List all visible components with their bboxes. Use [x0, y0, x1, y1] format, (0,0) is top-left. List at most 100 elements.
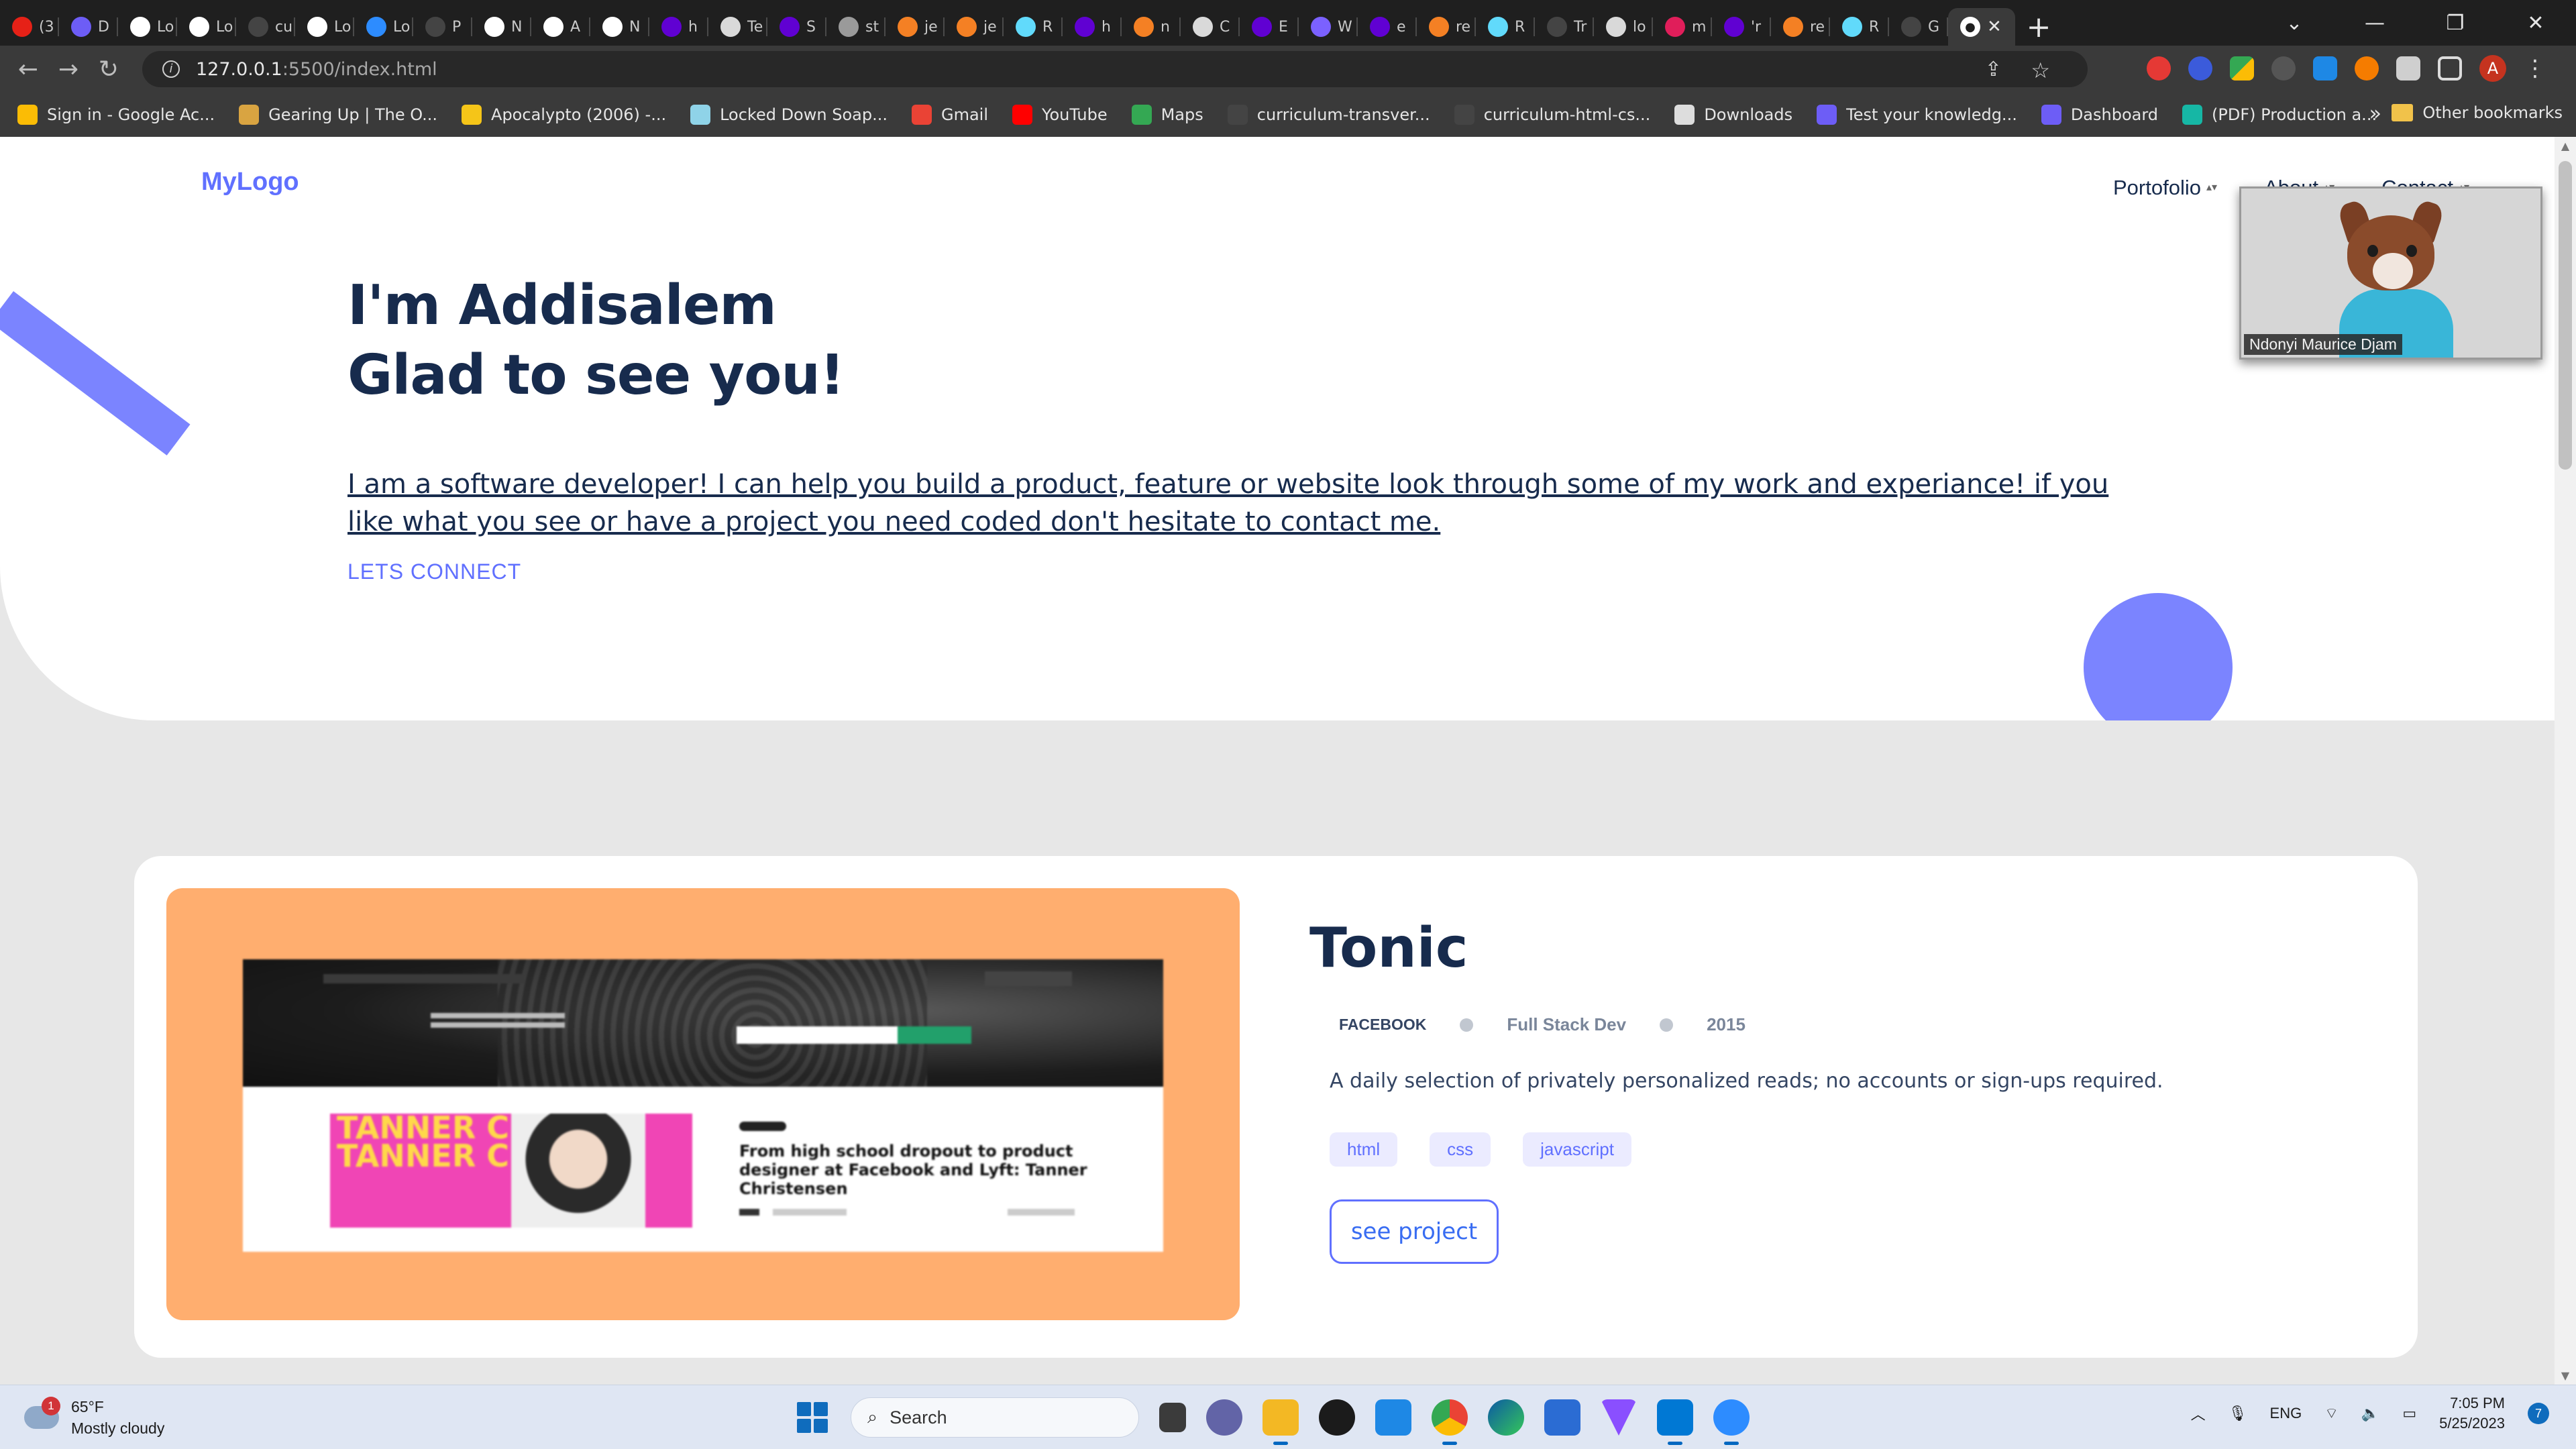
scroll-up-icon[interactable]: ▲ — [2555, 140, 2576, 152]
browser-tab[interactable]: C — [1181, 8, 1240, 46]
lets-connect-link[interactable]: LETS CONNECT — [347, 559, 521, 584]
browser-tab[interactable]: Lo — [354, 8, 413, 46]
tab-active[interactable]: ● ✕ — [1948, 8, 2015, 46]
vscode-icon[interactable] — [1657, 1399, 1693, 1445]
bookmark-item[interactable]: Locked Down Soap... — [690, 105, 888, 125]
browser-tab[interactable]: S — [767, 8, 826, 46]
puzzle-icon[interactable] — [2396, 56, 2420, 80]
video-call-overlay[interactable]: Ndonyi Maurice Djam — [2239, 186, 2542, 360]
page-scrollbar[interactable]: ▲ ▼ — [2555, 137, 2576, 1385]
battery-icon[interactable]: ▭ — [2402, 1405, 2416, 1422]
logo[interactable]: MyLogo — [201, 168, 299, 197]
browser-tab[interactable]: W — [1299, 8, 1358, 46]
browser-tab[interactable]: A — [531, 8, 590, 46]
bookmark-item[interactable]: Gmail — [911, 105, 988, 125]
browser-tab[interactable]: R — [1004, 8, 1063, 46]
profile-avatar[interactable]: A — [2479, 55, 2506, 82]
browser-tab[interactable]: (3 — [0, 8, 59, 46]
windows-start-icon[interactable] — [794, 1399, 830, 1436]
scrollbar-thumb[interactable] — [2559, 161, 2572, 470]
chevron-up-icon[interactable]: ︿ — [2191, 1403, 2206, 1424]
bookmark-item[interactable]: Gearing Up | The O... — [239, 105, 437, 125]
browser-tab[interactable]: je — [885, 8, 945, 46]
browser-tab[interactable]: G — [1889, 8, 1948, 46]
volume-icon[interactable]: 🔈 — [2361, 1405, 2379, 1422]
extension-icon[interactable] — [2230, 56, 2254, 80]
browser-tab[interactable]: st — [826, 8, 885, 46]
minimize-button[interactable]: — — [2334, 11, 2415, 35]
browser-tab[interactable]: Lo — [295, 8, 354, 46]
task-view-icon[interactable] — [1159, 1403, 1186, 1432]
bookmark-star-icon[interactable]: ☆ — [2031, 58, 2050, 83]
reload-icon[interactable]: ↻ — [89, 56, 129, 83]
browser-tab[interactable]: Lo — [177, 8, 236, 46]
address-bar[interactable]: i 127.0.0.1:5500/index.html ⇪ ☆ — [142, 51, 2088, 87]
browser-tab[interactable]: n — [1122, 8, 1181, 46]
browser-tab[interactable]: Te — [708, 8, 767, 46]
extension-icon[interactable] — [2188, 56, 2212, 80]
side-panel-icon[interactable] — [2438, 56, 2462, 80]
close-window-button[interactable]: ✕ — [2496, 11, 2576, 35]
new-tab-button[interactable]: + — [2015, 8, 2062, 46]
zoom-icon[interactable] — [1713, 1399, 1750, 1445]
extension-icon[interactable] — [2147, 56, 2171, 80]
bookmark-item[interactable]: (PDF) Production a... — [2182, 105, 2377, 125]
browser-tab[interactable]: P — [413, 8, 472, 46]
wifi-icon[interactable]: ⌔ — [2324, 1404, 2339, 1423]
browser-tab[interactable]: m — [1653, 8, 1712, 46]
browser-tab[interactable]: N — [472, 8, 531, 46]
other-bookmarks[interactable]: Other bookmarks — [2392, 103, 2563, 122]
browser-tab[interactable]: D — [59, 8, 118, 46]
extension-icon[interactable] — [2313, 56, 2337, 80]
restore-button[interactable]: ❐ — [2415, 11, 2496, 35]
browser-tab[interactable]: je — [945, 8, 1004, 46]
browser-tab[interactable]: h — [649, 8, 708, 46]
scroll-down-icon[interactable]: ▼ — [2555, 1369, 2576, 1382]
see-project-button[interactable]: see project — [1330, 1199, 1499, 1264]
extension-icon[interactable] — [2355, 56, 2379, 80]
bookmark-item[interactable]: Dashboard — [2041, 105, 2158, 125]
browser-tab[interactable]: Tr — [1535, 8, 1594, 46]
browser-tab[interactable]: 'r — [1712, 8, 1771, 46]
browser-tab[interactable]: h — [1063, 8, 1122, 46]
extension-icon[interactable] — [2271, 56, 2296, 80]
back-icon[interactable]: ← — [8, 56, 48, 83]
close-tab-icon[interactable]: ✕ — [1987, 17, 2002, 37]
site-info-icon[interactable]: i — [162, 60, 180, 78]
file-explorer-icon[interactable] — [1263, 1399, 1299, 1445]
share-icon[interactable]: ⇪ — [1985, 58, 2002, 81]
chrome-icon[interactable] — [1432, 1399, 1468, 1445]
bookmark-item[interactable]: curriculum-html-cs... — [1454, 105, 1650, 125]
more-bookmarks-icon[interactable]: » — [2369, 102, 2381, 125]
weather-widget[interactable]: 1 65°F Mostly cloudy — [24, 1396, 164, 1439]
browser-tab[interactable]: re — [1771, 8, 1830, 46]
app-icon[interactable] — [1601, 1399, 1637, 1436]
bookmark-item[interactable]: Maps — [1131, 105, 1203, 125]
taskbar-search[interactable]: ⌕ Search — [851, 1397, 1139, 1438]
bookmark-item[interactable]: Downloads — [1674, 105, 1792, 125]
browser-tab[interactable]: R — [1830, 8, 1889, 46]
microphone-icon[interactable]: 🎙 — [2229, 1405, 2247, 1422]
menu-icon[interactable]: ⋮ — [2524, 55, 2546, 82]
browser-tab[interactable]: lo — [1594, 8, 1653, 46]
browser-tab[interactable]: cu — [236, 8, 295, 46]
edge-icon[interactable] — [1488, 1399, 1524, 1436]
app-icon[interactable] — [1375, 1399, 1411, 1436]
browser-tab[interactable]: e — [1358, 8, 1417, 46]
clock[interactable]: 7:05 PM 5/25/2023 — [2439, 1393, 2505, 1434]
teams-chat-icon[interactable] — [1206, 1399, 1242, 1436]
nav-portfolio[interactable]: Portofolio ▴▾ — [2113, 176, 2217, 200]
bookmark-item[interactable]: YouTube — [1012, 105, 1108, 125]
notification-badge[interactable]: 7 — [2528, 1403, 2549, 1424]
tab-search-icon[interactable]: ⌄ — [2254, 11, 2334, 35]
bookmark-item[interactable]: Test your knowledg... — [1817, 105, 2017, 125]
store-icon[interactable] — [1544, 1399, 1580, 1436]
bookmark-item[interactable]: Apocalypto (2006) -... — [462, 105, 666, 125]
browser-tab[interactable]: E — [1240, 8, 1299, 46]
language-indicator[interactable]: ENG — [2270, 1405, 2302, 1422]
forward-icon[interactable]: → — [48, 56, 89, 83]
bookmark-item[interactable]: Sign in - Google Ac... — [17, 105, 215, 125]
dell-icon[interactable] — [1319, 1399, 1355, 1436]
browser-tab[interactable]: R — [1476, 8, 1535, 46]
browser-tab[interactable]: N — [590, 8, 649, 46]
